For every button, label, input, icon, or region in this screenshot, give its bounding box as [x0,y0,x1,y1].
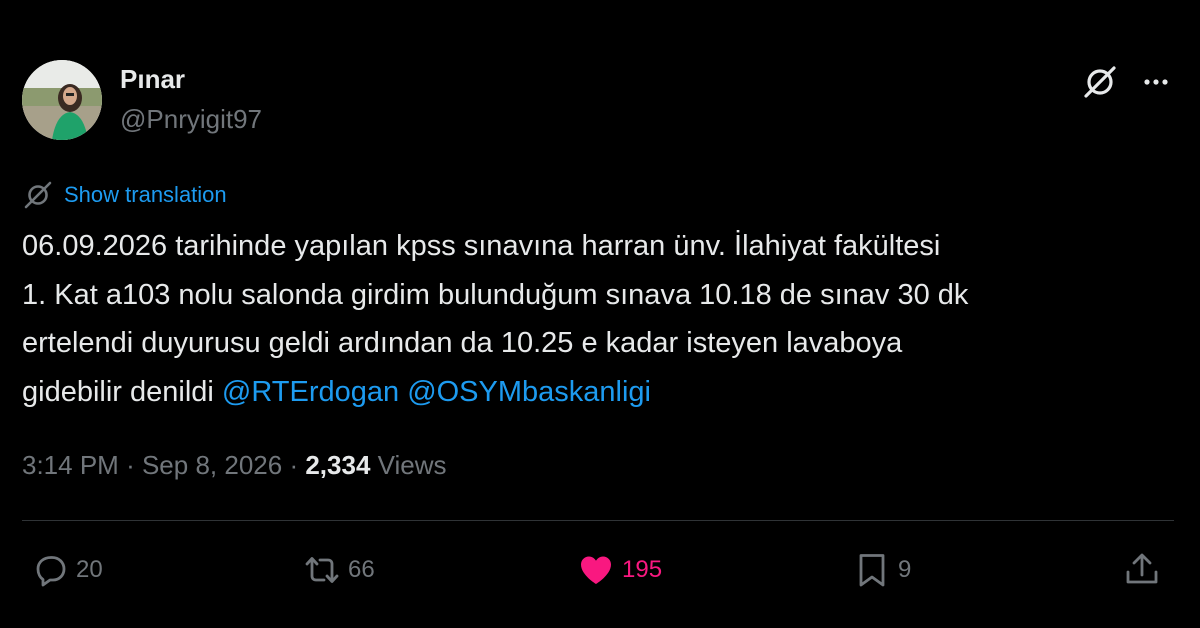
share-button[interactable] [1122,548,1162,592]
retweet-count: 66 [348,556,375,583]
translate-icon [24,181,52,209]
reply-button[interactable]: 20 [30,548,103,592]
avatar-image [22,60,102,140]
author-handle[interactable]: @Pnryigit97 [120,104,262,135]
meta-separator: · [289,450,299,480]
tweet-meta: 3:14 PM · Sep 8, 2026 · 2,334 Views [22,450,447,481]
mention-link[interactable]: @RTErdogan [222,376,399,408]
heart-icon [581,556,611,584]
share-icon [1126,553,1158,584]
tweet-text-line-last: gidebilir denildi @RTErdogan @OSYMbaskan… [22,368,1172,417]
views-count: 2,334 [305,450,371,480]
retweet-icon [305,557,339,583]
reply-count: 20 [76,556,103,583]
author-display-name[interactable]: Pınar [120,64,185,95]
like-count: 195 [622,556,663,583]
mention-link[interactable]: @OSYMbaskanligi [407,376,651,408]
tweet-text: 06.09.2026 tarihinde yapılan kpss sınavı… [22,222,1172,416]
bookmark-count: 9 [898,556,912,583]
show-translation-link[interactable]: Show translation [64,182,227,208]
meta-separator: · [126,450,135,480]
translation-row: Show translation [22,178,227,212]
bookmark-button[interactable]: 9 [852,548,911,592]
grok-icon[interactable] [1080,62,1120,102]
tweet-date[interactable]: Sep 8, 2026 [142,450,282,480]
tweet-time[interactable]: 3:14 PM [22,450,119,480]
like-button[interactable]: 195 [576,548,662,592]
views-label: Views [377,450,447,480]
tweet-text-line: 06.09.2026 tarihinde yapılan kpss sınavı… [22,230,941,262]
tweet-text-line: 1. Kat a103 nolu salonda girdim bulunduğ… [22,278,969,311]
tweet-text-fragment: gidebilir denildi [22,375,214,408]
divider [22,520,1174,521]
more-icon[interactable] [1136,62,1176,102]
avatar[interactable] [22,60,102,140]
bookmark-icon [859,554,885,587]
reply-icon [36,556,66,587]
tweet-text-line: ertelendi duyurusu geldi ardından da 10.… [22,327,903,359]
retweet-button[interactable]: 66 [302,548,375,592]
